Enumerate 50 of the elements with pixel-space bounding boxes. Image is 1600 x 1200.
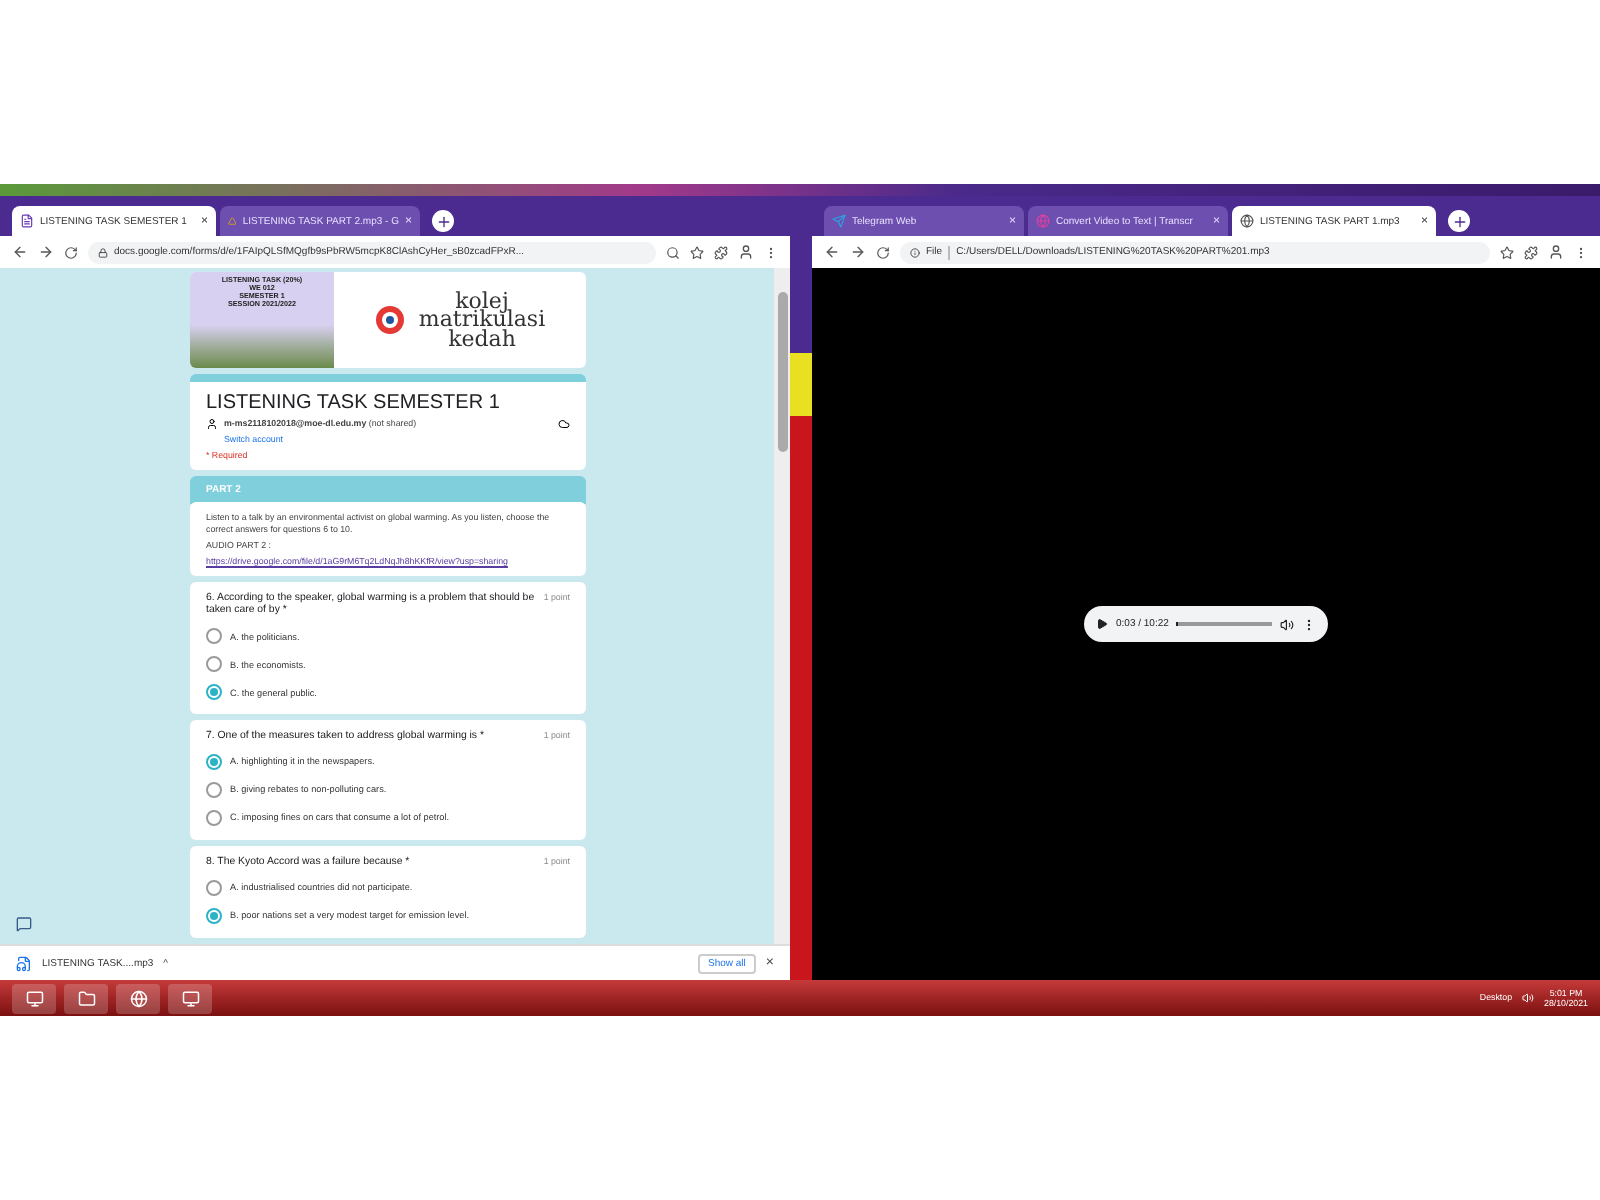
taskbar-button[interactable] [116, 983, 160, 1013]
chat-icon[interactable] [16, 916, 32, 932]
start-button[interactable] [12, 983, 56, 1013]
logo-icon [374, 304, 407, 336]
forward-icon[interactable] [38, 244, 54, 260]
more-icon[interactable] [1302, 617, 1316, 631]
more-icon[interactable] [1574, 245, 1588, 259]
globe-icon [129, 989, 147, 1007]
volume-icon[interactable] [1522, 992, 1535, 1004]
puzzle-icon[interactable] [1524, 245, 1538, 259]
logo-text: kolej matrikulasi kedah [418, 291, 546, 349]
taskbar-button[interactable] [64, 983, 108, 1013]
puzzle-icon[interactable] [714, 245, 728, 259]
radio-button[interactable] [206, 753, 222, 770]
back-icon[interactable] [824, 244, 840, 260]
radio-button[interactable] [206, 628, 222, 645]
form-title: LISTENING TASK SEMESTER 1 [206, 392, 502, 414]
play-icon[interactable] [1096, 618, 1108, 630]
radio-button[interactable] [206, 879, 222, 896]
audio-file-icon [16, 955, 32, 971]
new-tab-button[interactable] [432, 210, 454, 232]
reload-icon[interactable] [876, 245, 890, 259]
scrollbar-thumb[interactable] [777, 292, 787, 452]
cloud-icon [558, 418, 570, 430]
forward-icon[interactable] [850, 244, 866, 260]
triangle-icon [228, 214, 237, 228]
globe-icon [1240, 214, 1254, 228]
avatar-icon[interactable] [738, 244, 754, 260]
search-icon[interactable] [666, 245, 680, 259]
monitor-icon [181, 989, 199, 1007]
back-icon[interactable] [12, 244, 28, 260]
radio-button[interactable] [206, 781, 222, 798]
avatar-icon[interactable] [1548, 244, 1564, 260]
account-icon [206, 418, 218, 430]
star-icon[interactable] [690, 245, 704, 259]
taskbar-button[interactable] [168, 983, 212, 1013]
radio-button[interactable] [206, 907, 222, 924]
radio-button[interactable] [206, 809, 222, 826]
folder-icon [77, 989, 95, 1007]
paper-plane-icon [832, 214, 846, 228]
radio-button[interactable] [206, 656, 222, 673]
monitor-icon [25, 989, 43, 1007]
reload-icon[interactable] [64, 245, 78, 259]
star-icon[interactable] [1500, 245, 1514, 259]
radio-button[interactable] [206, 684, 222, 701]
globe-icon [1036, 214, 1050, 228]
new-tab-button[interactable] [1448, 210, 1470, 232]
more-icon[interactable] [764, 245, 778, 259]
form-icon [20, 214, 34, 228]
volume-icon[interactable] [1280, 617, 1294, 631]
